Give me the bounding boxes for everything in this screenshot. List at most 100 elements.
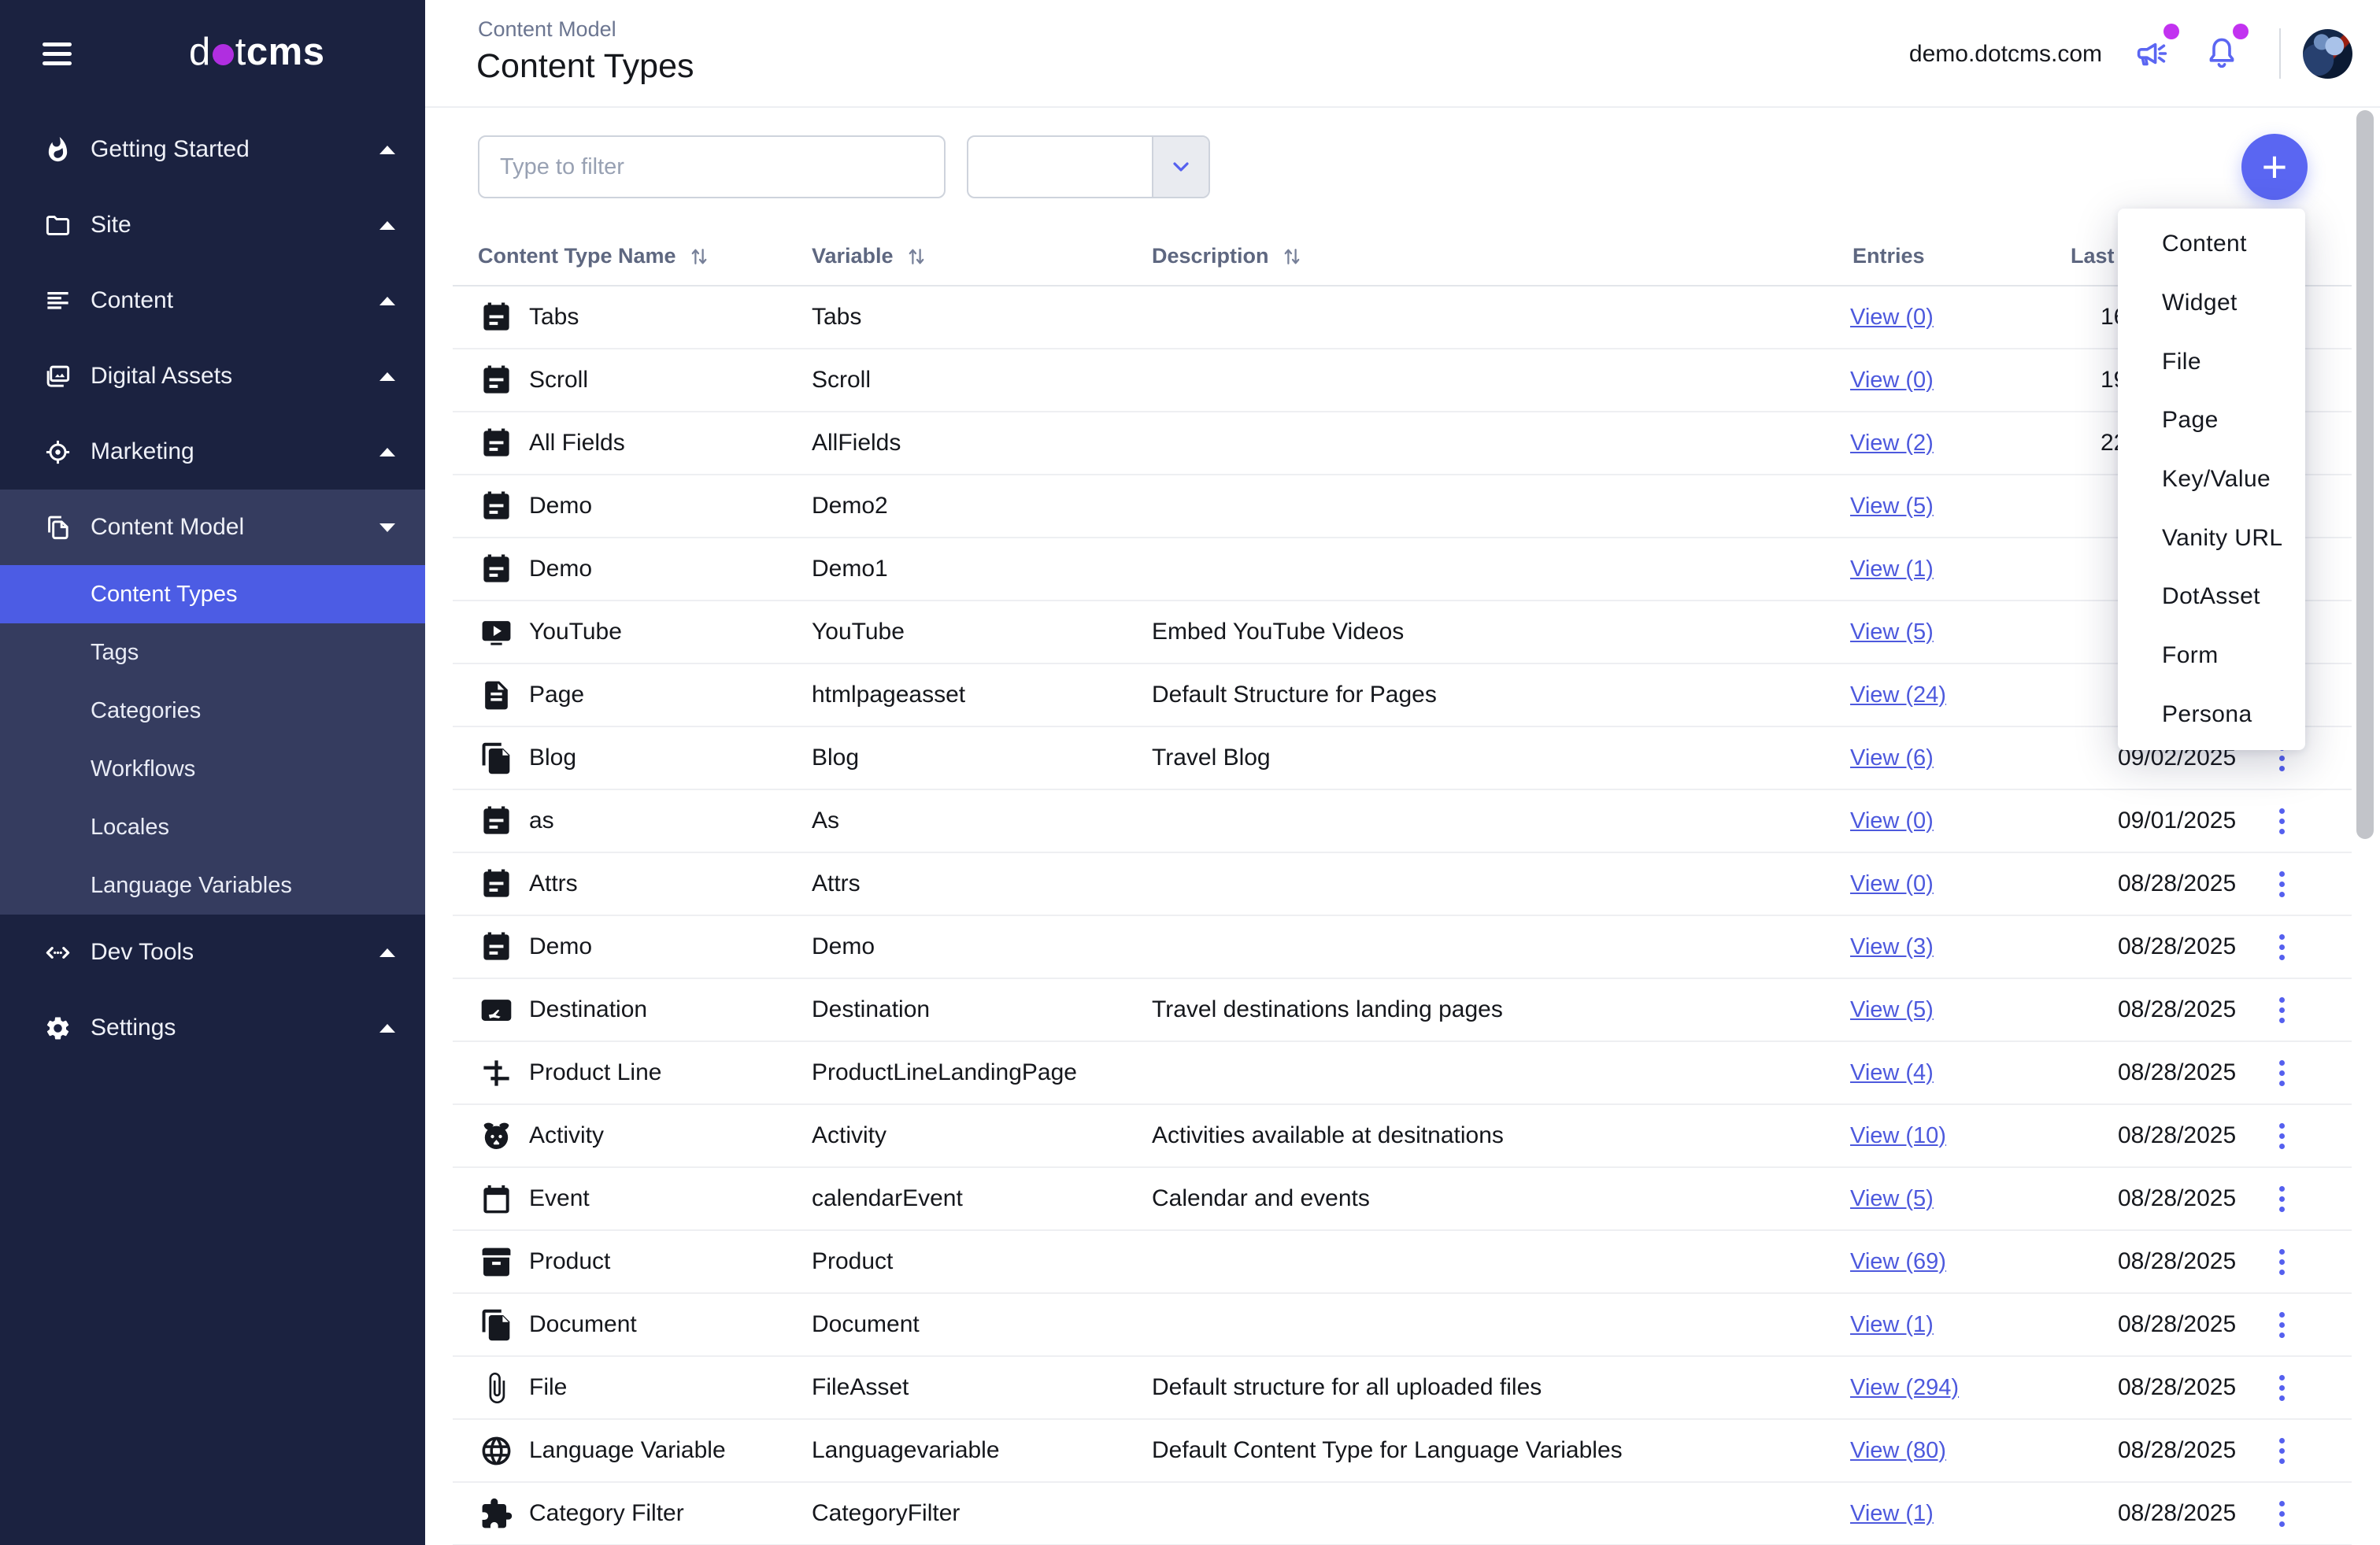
vertical-scrollbar-thumb[interactable] [2356, 110, 2374, 839]
create-menu-item-content[interactable]: Content [2118, 215, 2305, 274]
airplane-ticket-icon [479, 979, 513, 1040]
row-actions-kebab-icon[interactable] [2263, 1231, 2300, 1292]
column-header-label: Content Type Name [478, 244, 676, 268]
content-type-description: Activities available at desitnations [1152, 1105, 1504, 1166]
row-actions-kebab-icon[interactable] [2263, 853, 2300, 915]
sidebar-item-content-model[interactable]: Content Model [0, 490, 425, 565]
entries-view-link[interactable]: View (10) [1850, 1123, 1946, 1149]
entries-view-link[interactable]: View (24) [1850, 682, 1946, 708]
sidebar-item-locales[interactable]: Locales [0, 798, 425, 856]
sidebar-item-label: Settings [0, 1015, 176, 1041]
content-type-variable: ProductLineLandingPage [812, 1042, 1077, 1103]
content-type-variable: htmlpageasset [812, 664, 965, 726]
entries-view-link[interactable]: View (1) [1850, 1312, 1934, 1338]
row-actions-kebab-icon[interactable] [2263, 1420, 2300, 1481]
sidebar-item-language-variables[interactable]: Language Variables [0, 856, 425, 915]
sidebar-item-workflows[interactable]: Workflows [0, 740, 425, 798]
entries-view-link[interactable]: View (5) [1850, 997, 1934, 1023]
image-stack-icon [44, 363, 72, 390]
create-menu-item-vanity-url[interactable]: Vanity URL [2118, 508, 2305, 567]
row-actions-kebab-icon[interactable] [2263, 1105, 2300, 1166]
last-edit-date: 09/01/2025 [2118, 790, 2236, 852]
row-actions-kebab-icon[interactable] [2263, 1294, 2300, 1355]
sort-icon[interactable] [687, 245, 711, 268]
content-type-name: Demo [529, 538, 592, 600]
row-actions-kebab-icon[interactable] [2263, 979, 2300, 1040]
sidebar-item-settings[interactable]: Settings [0, 990, 425, 1066]
entries-view-link[interactable]: View (294) [1850, 1375, 1959, 1401]
sort-icon[interactable] [1280, 245, 1304, 268]
entries-view-link[interactable]: View (0) [1850, 808, 1934, 834]
entries-view-link[interactable]: View (69) [1850, 1249, 1946, 1275]
content-type-name: Blog [529, 727, 576, 789]
entries-view-link[interactable]: View (5) [1850, 619, 1934, 645]
top-header: Content Model Content Types demo.dotcms.… [425, 0, 2380, 108]
event-note-icon [479, 790, 513, 852]
folder-icon [44, 212, 72, 239]
entries-view-link[interactable]: View (0) [1850, 871, 1934, 897]
inventory-box-icon [479, 1231, 513, 1292]
create-content-type-menu: ContentWidgetFilePageKey/ValueVanity URL… [2118, 209, 2305, 750]
entries-view-link[interactable]: View (3) [1850, 934, 1934, 960]
entries-view-link[interactable]: View (0) [1850, 368, 1934, 394]
sidebar-item-getting-started[interactable]: Getting Started [0, 112, 425, 187]
logo-dot-icon [213, 44, 234, 65]
notifications-icon[interactable] [2203, 35, 2241, 72]
sort-icon[interactable] [905, 245, 928, 268]
flame-icon [44, 136, 72, 164]
entries-view-link[interactable]: View (6) [1850, 745, 1934, 771]
column-header-description[interactable]: Description [1152, 226, 1304, 286]
announcements-icon[interactable] [2132, 35, 2170, 72]
create-menu-item-file[interactable]: File [2118, 332, 2305, 391]
entries-view-link[interactable]: View (80) [1850, 1438, 1946, 1464]
sidebar-item-digital-assets[interactable]: Digital Assets [0, 338, 425, 414]
row-actions-kebab-icon[interactable] [2263, 790, 2300, 852]
create-menu-item-form[interactable]: Form [2118, 627, 2305, 686]
create-menu-item-page[interactable]: Page [2118, 391, 2305, 450]
row-actions-kebab-icon[interactable] [2263, 1168, 2300, 1229]
content-type-variable: Product [812, 1231, 893, 1292]
user-avatar[interactable] [2303, 29, 2352, 79]
last-edit-date: 08/28/2025 [2118, 1042, 2236, 1103]
page-title: Content Types [476, 47, 694, 86]
sidebar-item-dev-tools[interactable]: Dev Tools [0, 915, 425, 990]
column-header-variable[interactable]: Variable [812, 226, 928, 286]
entries-view-link[interactable]: View (5) [1850, 493, 1934, 519]
content-type-name: Product [529, 1231, 610, 1292]
entries-view-link[interactable]: View (1) [1850, 1501, 1934, 1527]
content-type-variable: Languagevariable [812, 1420, 1000, 1481]
type-filter-select[interactable] [967, 135, 1210, 198]
sidebar: dtcms Getting Started Site Content Digit… [0, 0, 425, 1545]
sidebar-item-content-types[interactable]: Content Types [0, 565, 425, 623]
entries-view-link[interactable]: View (1) [1850, 556, 1934, 582]
calendar-icon [479, 1168, 513, 1229]
create-menu-item-persona[interactable]: Persona [2118, 685, 2305, 744]
sidebar-item-categories[interactable]: Categories [0, 682, 425, 740]
row-actions-kebab-icon[interactable] [2263, 916, 2300, 978]
chevron-icon [379, 146, 395, 154]
select-trigger[interactable] [1152, 137, 1209, 197]
header-divider [2279, 28, 2281, 79]
sidebar-item-marketing[interactable]: Marketing [0, 414, 425, 490]
sidebar-item-tags[interactable]: Tags [0, 623, 425, 682]
product-line-icon [479, 1042, 513, 1103]
filter-input[interactable] [478, 135, 946, 198]
add-content-type-button[interactable]: + [2241, 134, 2308, 200]
create-menu-item-widget[interactable]: Widget [2118, 274, 2305, 333]
row-actions-kebab-icon[interactable] [2263, 1357, 2300, 1418]
sidebar-subitem-label: Categories [0, 698, 201, 724]
entries-view-link[interactable]: View (2) [1850, 431, 1934, 456]
table-row: All Fields AllFields View (2) 22 [453, 412, 2352, 475]
create-menu-item-key-value[interactable]: Key/Value [2118, 450, 2305, 509]
content-type-name: as [529, 790, 554, 852]
entries-view-link[interactable]: View (4) [1850, 1060, 1934, 1086]
sidebar-item-content[interactable]: Content [0, 263, 425, 338]
entries-view-link[interactable]: View (0) [1850, 305, 1934, 331]
menu-toggle-icon[interactable] [43, 43, 74, 69]
row-actions-kebab-icon[interactable] [2263, 1483, 2300, 1544]
sidebar-item-site[interactable]: Site [0, 187, 425, 263]
column-header-content-type-name[interactable]: Content Type Name [478, 226, 711, 286]
create-menu-item-dotasset[interactable]: DotAsset [2118, 567, 2305, 627]
row-actions-kebab-icon[interactable] [2263, 1042, 2300, 1103]
entries-view-link[interactable]: View (5) [1850, 1186, 1934, 1212]
